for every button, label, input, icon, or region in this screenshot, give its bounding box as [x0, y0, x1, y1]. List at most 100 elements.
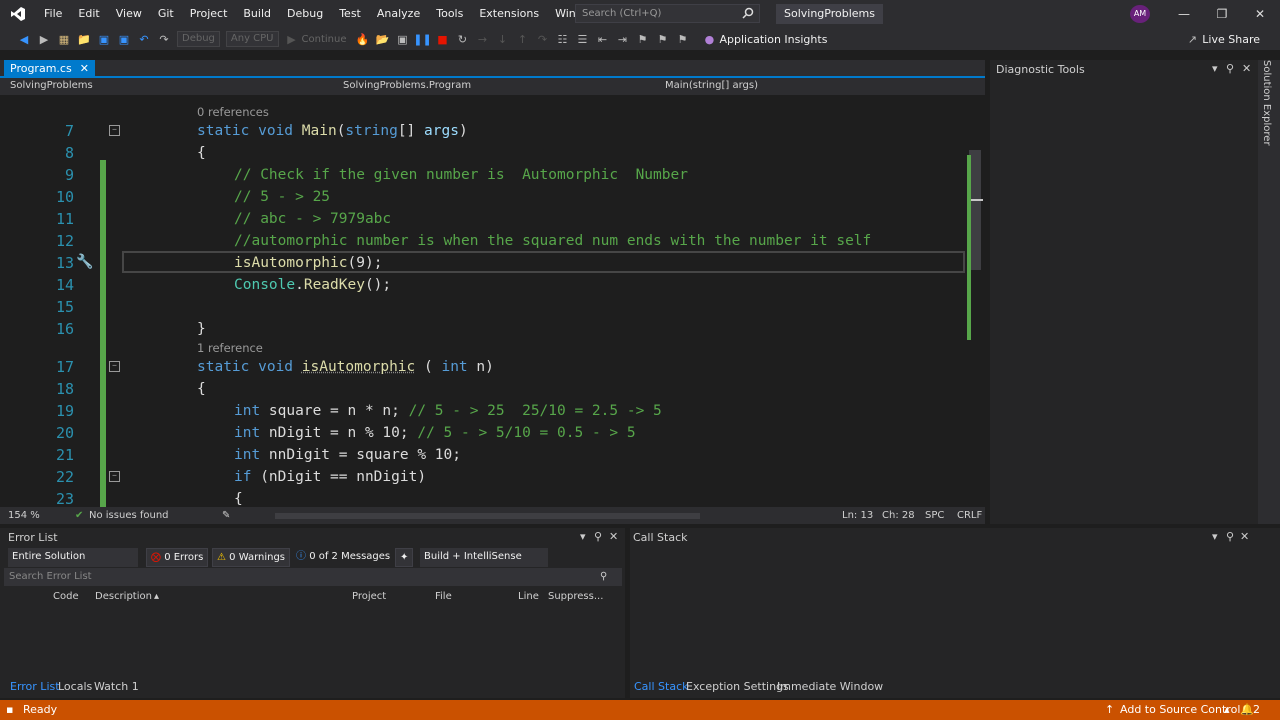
stop-icon[interactable]: ■: [433, 30, 451, 48]
brush-icon[interactable]: ✎: [222, 510, 230, 521]
error-search-input[interactable]: Search Error List ⚲: [4, 568, 622, 586]
member-dropdown[interactable]: Main(string[] args): [665, 80, 758, 91]
close-icon[interactable]: ✕: [609, 530, 618, 543]
save-all-icon[interactable]: ▣: [115, 30, 133, 48]
horizontal-scroll-thumb[interactable]: [275, 513, 700, 519]
close-icon[interactable]: ✕: [1242, 62, 1251, 75]
screen-icon[interactable]: ▣: [393, 30, 411, 48]
column-file[interactable]: File: [435, 588, 452, 606]
tab-locals[interactable]: Locals: [58, 680, 92, 693]
pin-icon[interactable]: ⚲: [1226, 62, 1234, 75]
menu-build[interactable]: Build: [235, 0, 279, 28]
solution-explorer-tab[interactable]: Solution Explorer: [1258, 60, 1280, 524]
project-dropdown[interactable]: SolvingProblems: [10, 80, 93, 91]
tab-exception-settings[interactable]: Exception Settings: [686, 680, 789, 693]
dropdown-icon[interactable]: ▾: [1212, 62, 1218, 75]
tab-program-cs[interactable]: Program.cs ✕: [4, 60, 95, 78]
column-code[interactable]: Code: [53, 588, 79, 606]
pause-icon[interactable]: ❚❚: [413, 30, 431, 48]
close-icon[interactable]: ✕: [1241, 0, 1279, 28]
restart-icon[interactable]: ↻: [453, 30, 471, 48]
config-select[interactable]: Debug: [177, 31, 220, 47]
bookmark-icon[interactable]: ⚑: [633, 30, 651, 48]
back-icon[interactable]: ◀: [15, 30, 33, 48]
code-editor[interactable]: 0 references 7 – static void Main(string…: [0, 95, 965, 507]
minimize-icon[interactable]: —: [1165, 0, 1203, 28]
indent-icon[interactable]: ⇤: [593, 30, 611, 48]
bookmark-prev-icon[interactable]: ⚑: [653, 30, 671, 48]
hex-icon[interactable]: ☷: [553, 30, 571, 48]
notifications-icon[interactable]: 🔔: [1240, 703, 1254, 716]
tab-watch-1[interactable]: Watch 1: [94, 680, 139, 693]
live-share-icon[interactable]: ↗: [1183, 30, 1201, 48]
new-project-icon[interactable]: ▦: [55, 30, 73, 48]
dropdown-icon[interactable]: ▾: [580, 530, 586, 543]
issues-status[interactable]: No issues found: [89, 510, 169, 521]
live-share-button[interactable]: Live Share: [1202, 33, 1260, 46]
column-suppress[interactable]: Suppress...: [548, 588, 603, 606]
outdent-icon[interactable]: ⇥: [613, 30, 631, 48]
menu-view[interactable]: View: [108, 0, 150, 28]
quick-actions-icon[interactable]: 🔧: [76, 254, 93, 270]
filter-icon[interactable]: ✦: [395, 548, 414, 567]
avatar[interactable]: AM: [1130, 5, 1150, 23]
line-ending-indicator[interactable]: CRLF: [957, 510, 982, 521]
app-insights-button[interactable]: Application Insights: [719, 33, 827, 46]
zoom-level[interactable]: 154 %: [8, 510, 40, 521]
column-project[interactable]: Project: [352, 588, 386, 606]
open-folder-icon[interactable]: 📁: [75, 30, 93, 48]
menu-analyze[interactable]: Analyze: [369, 0, 428, 28]
platform-select[interactable]: Any CPU: [225, 31, 279, 47]
collapse-icon[interactable]: –: [109, 361, 120, 372]
build-filter-select[interactable]: Build + IntelliSense: [420, 548, 548, 567]
menu-git[interactable]: Git: [150, 0, 182, 28]
play-icon[interactable]: ▶: [283, 30, 301, 48]
hot-reload-icon[interactable]: 🔥: [353, 30, 371, 48]
tab-error-list[interactable]: Error List: [10, 680, 60, 693]
add-to-source-control-button[interactable]: Add to Source Control: [1120, 703, 1240, 716]
close-icon[interactable]: ✕: [1240, 530, 1249, 543]
step-over-icon[interactable]: ↷: [533, 30, 551, 48]
dropdown-icon[interactable]: ▾: [1212, 530, 1218, 543]
step-out-icon[interactable]: ↑: [513, 30, 531, 48]
menu-file[interactable]: File: [36, 0, 70, 28]
pin-icon[interactable]: ⚲: [1226, 530, 1234, 543]
bookmark-next-icon[interactable]: ⚑: [673, 30, 691, 48]
visual-studio-logo-icon[interactable]: [0, 0, 36, 28]
collapse-icon[interactable]: –: [109, 125, 120, 136]
folder-icon[interactable]: 📂: [373, 30, 391, 48]
tab-immediate-window[interactable]: Immediate Window: [777, 680, 883, 693]
threads-icon[interactable]: ☰: [573, 30, 591, 48]
restore-icon[interactable]: ❐: [1203, 0, 1241, 28]
save-icon[interactable]: ▣: [95, 30, 113, 48]
menu-extensions[interactable]: Extensions: [471, 0, 547, 28]
menu-edit[interactable]: Edit: [70, 0, 107, 28]
scope-select[interactable]: Entire Solution: [8, 548, 138, 567]
search-input[interactable]: Search (Ctrl+Q): [575, 4, 760, 23]
warnings-filter-button[interactable]: ⚠ 0 Warnings: [212, 548, 291, 567]
column-description[interactable]: Description: [95, 588, 152, 606]
vertical-scrollbar[interactable]: [965, 95, 985, 507]
spacing-indicator[interactable]: SPC: [925, 510, 944, 521]
column-line[interactable]: Line: [518, 588, 539, 606]
menu-project[interactable]: Project: [182, 0, 236, 28]
collapse-icon[interactable]: –: [109, 471, 120, 482]
continue-button[interactable]: Continue: [302, 34, 347, 45]
errors-filter-button[interactable]: ⨂ 0 Errors: [146, 548, 209, 567]
forward-icon[interactable]: ▶: [35, 30, 53, 48]
menu-tools[interactable]: Tools: [428, 0, 471, 28]
tab-call-stack[interactable]: Call Stack: [634, 680, 688, 693]
step-into-icon[interactable]: ↓: [493, 30, 511, 48]
pin-icon[interactable]: ⚲: [594, 530, 602, 543]
messages-filter-button[interactable]: ⓘ 0 of 2 Messages: [292, 548, 394, 567]
undo-icon[interactable]: ↶: [135, 30, 153, 48]
class-dropdown[interactable]: SolvingProblems.Program: [343, 80, 471, 91]
menu-debug[interactable]: Debug: [279, 0, 331, 28]
app-insights-icon[interactable]: ●: [700, 30, 718, 48]
tab-close-icon[interactable]: ✕: [80, 60, 89, 78]
step-icon[interactable]: →: [473, 30, 491, 48]
menu-test[interactable]: Test: [331, 0, 369, 28]
codelens-references[interactable]: 1 reference: [197, 340, 263, 356]
redo-icon[interactable]: ↷: [155, 30, 173, 48]
codelens-references[interactable]: 0 references: [197, 104, 269, 120]
